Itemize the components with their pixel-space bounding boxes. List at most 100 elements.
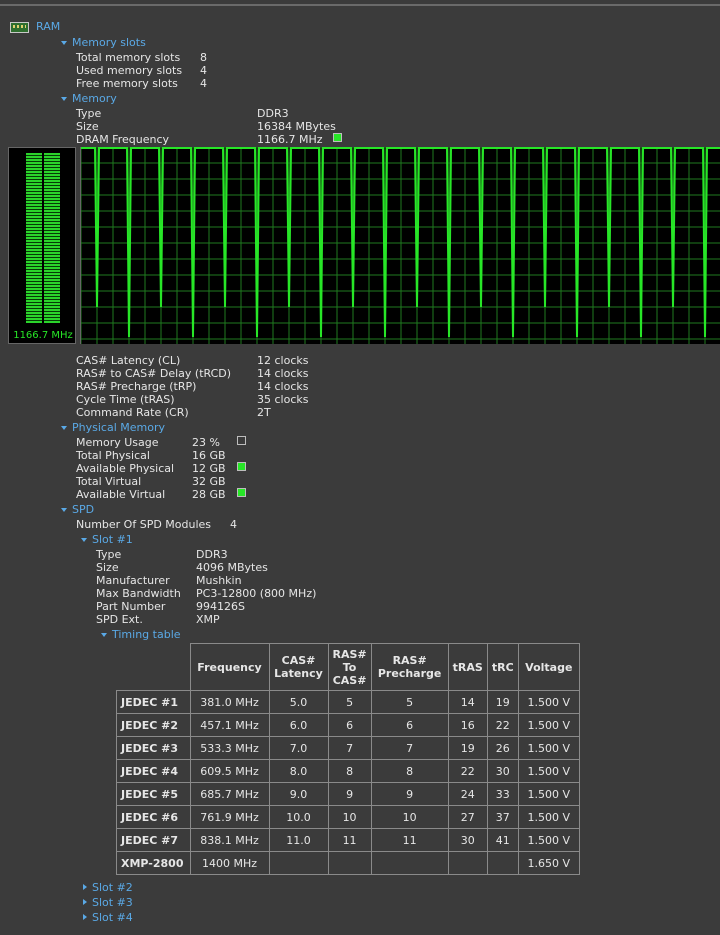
table-cell: 37: [486, 805, 519, 829]
table-row: JEDEC #2 457.1 MHz 6.0 6 6 16 22 1.500 V: [116, 713, 580, 737]
graph-toggle-checkbox[interactable]: [237, 488, 246, 497]
table-cell: 5.0: [268, 690, 329, 714]
table-cell: 761.9 MHz: [189, 805, 270, 829]
property-value: 994126S: [196, 600, 245, 613]
timing-value: 2T: [257, 406, 271, 419]
table-cell: 11: [327, 828, 372, 852]
table-cell: 9: [327, 782, 372, 806]
table-header-row: Frequency CAS# Latency RAS# To CAS# RAS#…: [116, 643, 580, 691]
expand-arrow-icon[interactable]: [83, 884, 87, 890]
property-value: 4096 MBytes: [196, 561, 268, 574]
tree-node-timing-table[interactable]: Timing table: [112, 628, 181, 641]
table-cell: 8: [370, 759, 449, 783]
table-cell: 30: [486, 759, 519, 783]
collapse-arrow-icon[interactable]: [81, 538, 87, 542]
gauge-bar: [26, 153, 60, 323]
property-label: Used memory slots: [76, 64, 183, 77]
table-cell: 6: [370, 713, 449, 737]
property-label: Total memory slots: [76, 51, 181, 64]
collapse-arrow-icon[interactable]: [61, 97, 67, 101]
table-cell: 1.500 V: [517, 759, 580, 783]
table-cell: 19: [447, 736, 488, 760]
graph-toggle-checkbox[interactable]: [333, 133, 342, 142]
property-value: 1166.7 MHz: [257, 133, 323, 146]
property-label: Type: [96, 548, 122, 561]
table-cell: 6: [327, 713, 372, 737]
property-value: 32 GB: [192, 475, 226, 488]
table-cell: [268, 851, 329, 875]
table-row: JEDEC #3 533.3 MHz 7.0 7 7 19 26 1.500 V: [116, 736, 580, 760]
table-cell: 26: [486, 736, 519, 760]
tree-node-memory[interactable]: Memory: [72, 92, 117, 105]
frequency-history-graph: [80, 146, 720, 344]
tree-node-memory-slots[interactable]: Memory slots: [72, 36, 146, 49]
timing-label: CAS# Latency (CL): [76, 354, 181, 367]
timing-label: Command Rate (CR): [76, 406, 189, 419]
table-row: XMP-2800 1400 MHz 1.650 V: [116, 851, 580, 875]
table-cell: 10: [370, 805, 449, 829]
expand-arrow-icon[interactable]: [83, 914, 87, 920]
timing-table: Frequency CAS# Latency RAS# To CAS# RAS#…: [116, 643, 580, 875]
property-label: Total Physical: [76, 449, 150, 462]
collapse-arrow-icon[interactable]: [61, 41, 67, 45]
table-cell: 14: [447, 690, 488, 714]
timing-label: Cycle Time (tRAS): [76, 393, 175, 406]
property-label: Memory Usage: [76, 436, 159, 449]
property-value: DDR3: [257, 107, 289, 120]
property-label: Max Bandwidth: [96, 587, 181, 600]
table-cell: 7: [327, 736, 372, 760]
tree-node-slot-3[interactable]: Slot #3: [92, 896, 133, 909]
table-cell: [327, 851, 372, 875]
column-header: tRAS: [447, 643, 488, 691]
graph-toggle-checkbox[interactable]: [237, 436, 246, 445]
table-cell: 7.0: [268, 736, 329, 760]
table-cell: 9.0: [268, 782, 329, 806]
tree-node-ram[interactable]: RAM: [36, 20, 60, 33]
table-cell: 1.500 V: [517, 736, 580, 760]
table-cell: 10: [327, 805, 372, 829]
row-header: JEDEC #5: [116, 782, 191, 806]
graph-toggle-checkbox[interactable]: [237, 462, 246, 471]
tree-node-spd[interactable]: SPD: [72, 503, 94, 516]
table-cell: 6.0: [268, 713, 329, 737]
property-label: Total Virtual: [76, 475, 142, 488]
property-label: Available Virtual: [76, 488, 166, 501]
tree-node-slot-4[interactable]: Slot #4: [92, 911, 133, 924]
collapse-arrow-icon[interactable]: [61, 508, 67, 512]
table-cell: 30: [447, 828, 488, 852]
property-value: 28 GB: [192, 488, 226, 501]
row-header: JEDEC #1: [116, 690, 191, 714]
table-cell: 24: [447, 782, 488, 806]
expand-arrow-icon[interactable]: [83, 899, 87, 905]
table-cell: [447, 851, 488, 875]
property-label: SPD Ext.: [96, 613, 143, 626]
tree-node-slot-2[interactable]: Slot #2: [92, 881, 133, 894]
collapse-arrow-icon[interactable]: [101, 633, 107, 637]
table-cell: 457.1 MHz: [189, 713, 270, 737]
table-cell: 11: [370, 828, 449, 852]
property-value: PC3-12800 (800 MHz): [196, 587, 317, 600]
table-cell: 9: [370, 782, 449, 806]
table-cell: 1.650 V: [517, 851, 580, 875]
top-divider: [0, 4, 720, 6]
tree-node-slot-1[interactable]: Slot #1: [92, 533, 133, 546]
table-cell: 1.500 V: [517, 805, 580, 829]
table-cell: 7: [370, 736, 449, 760]
timing-value: 14 clocks: [257, 367, 309, 380]
property-label: DRAM Frequency: [76, 133, 170, 146]
property-value: 4: [200, 77, 207, 90]
table-row: JEDEC #4 609.5 MHz 8.0 8 8 22 30 1.500 V: [116, 759, 580, 783]
table-cell: 609.5 MHz: [189, 759, 270, 783]
gauge-label: 1166.7 MHz: [13, 330, 73, 341]
tree-node-physical-memory[interactable]: Physical Memory: [72, 421, 165, 434]
frequency-gauge: 1166.7 MHz: [8, 147, 76, 344]
table-cell: 22: [447, 759, 488, 783]
column-header: tRC: [486, 643, 519, 691]
collapse-arrow-icon[interactable]: [61, 426, 67, 430]
table-cell: 1.500 V: [517, 690, 580, 714]
row-header: JEDEC #7: [116, 828, 191, 852]
table-cell: 41: [486, 828, 519, 852]
table-cell: 33: [486, 782, 519, 806]
row-header: XMP-2800: [116, 851, 191, 875]
property-label: Manufacturer: [96, 574, 170, 587]
